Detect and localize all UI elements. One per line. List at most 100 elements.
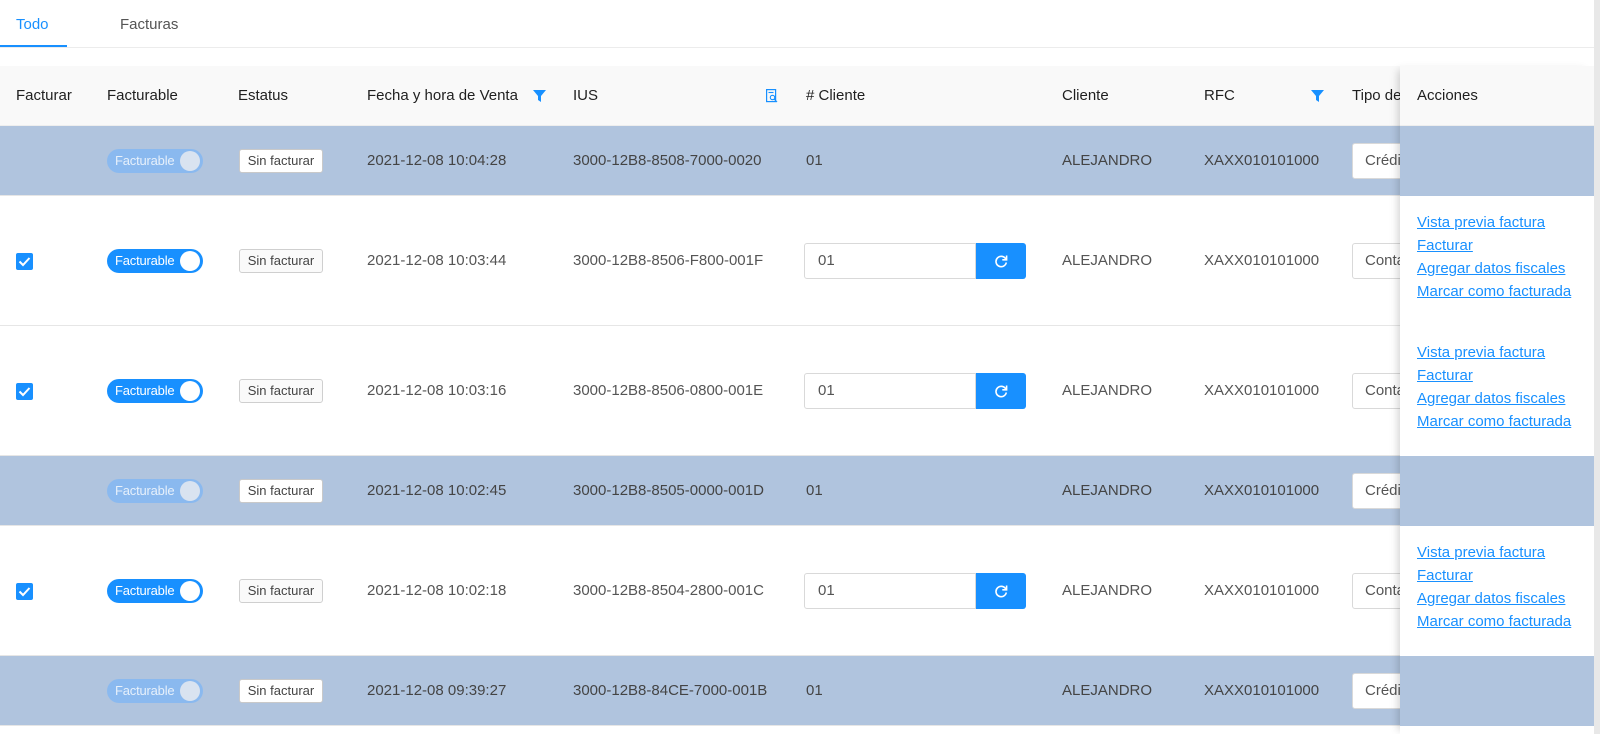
add-fiscal-data-link[interactable]: Agregar datos fiscales [1417, 387, 1571, 410]
preview-invoice-link[interactable]: Vista previa factura [1417, 341, 1571, 364]
col-header-acciones: Acciones [1417, 87, 1478, 104]
col-header-facturar: Facturar [16, 87, 72, 104]
refresh-icon [995, 585, 1008, 598]
status-badge: Sin facturar [239, 679, 323, 703]
switch-label: Facturable [115, 253, 175, 268]
rfc-value: XAXX010101000 [1204, 682, 1320, 699]
switch-label: Facturable [115, 583, 175, 598]
switch-knob [180, 251, 200, 271]
facturable-switch[interactable]: Facturable [107, 679, 203, 703]
tab-facturas[interactable]: Facturas [120, 16, 178, 33]
facturar-checkbox[interactable] [16, 253, 33, 270]
sale-datetime: 2021-12-08 10:03:16 [367, 382, 507, 399]
client-number-input[interactable]: 01 [804, 243, 976, 279]
client-number: 01 [806, 482, 823, 499]
invoice-link[interactable]: Facturar [1417, 364, 1571, 387]
tab-active-indicator [0, 45, 67, 47]
client-name: ALEJANDRO [1062, 582, 1153, 599]
facturable-switch[interactable]: Facturable [107, 479, 203, 503]
table-row: Facturable Sin facturar 2021-12-08 09:39… [0, 656, 1594, 726]
ius-value: 3000-12B8-8508-7000-0020 [573, 152, 762, 169]
col-header-tipo: Tipo de [1352, 87, 1402, 104]
refresh-client-button[interactable] [976, 373, 1026, 409]
col-header-num-cliente: # Cliente [806, 87, 866, 104]
table-row: Facturable Sin facturar 2021-12-08 10:02… [0, 456, 1594, 526]
col-header-cliente: Cliente [1062, 87, 1109, 104]
add-fiscal-data-link[interactable]: Agregar datos fiscales [1417, 257, 1571, 280]
rfc-value: XAXX010101000 [1204, 382, 1320, 399]
rfc-value: XAXX010101000 [1204, 152, 1320, 169]
vertical-scrollbar[interactable] [1594, 0, 1600, 734]
client-name: ALEJANDRO [1062, 682, 1153, 699]
actions-header: Acciones [1400, 66, 1594, 126]
table-row: Facturable Sin facturar 2021-12-08 10:03… [0, 196, 1594, 326]
table-header: Facturar Facturable Estatus Fecha y hora… [0, 66, 1594, 126]
ius-value: 3000-12B8-8506-0800-001E [573, 382, 764, 399]
client-number: 01 [806, 682, 823, 699]
ius-value: 3000-12B8-84CE-7000-001B [573, 682, 768, 699]
status-badge: Sin facturar [239, 479, 323, 503]
switch-label: Facturable [115, 483, 175, 498]
sale-datetime: 2021-12-08 10:04:28 [367, 152, 507, 169]
table-row: Facturable Sin facturar 2021-12-08 10:04… [0, 126, 1594, 196]
switch-knob [180, 381, 200, 401]
ius-value: 3000-12B8-8504-2800-001C [573, 582, 764, 599]
col-header-facturable: Facturable [107, 87, 178, 104]
rfc-filter-icon[interactable] [1311, 89, 1324, 103]
col-header-estatus: Estatus [238, 87, 289, 104]
mark-invoiced-link[interactable]: Marcar como facturada [1417, 280, 1571, 303]
ius-search-icon[interactable] [766, 89, 778, 103]
fecha-filter-icon[interactable] [533, 89, 546, 103]
switch-label: Facturable [115, 153, 175, 168]
switch-knob [180, 481, 200, 501]
ius-value: 3000-12B8-8505-0000-001D [573, 482, 764, 499]
rfc-value: XAXX010101000 [1204, 252, 1320, 269]
rfc-value: XAXX010101000 [1204, 582, 1320, 599]
client-number-input[interactable]: 01 [804, 573, 976, 609]
add-fiscal-data-link[interactable]: Agregar datos fiscales [1417, 587, 1571, 610]
facturable-switch[interactable]: Facturable [107, 149, 203, 173]
ius-value: 3000-12B8-8506-F800-001F [573, 252, 764, 269]
mark-invoiced-link[interactable]: Marcar como facturada [1417, 610, 1571, 633]
tab-todo[interactable]: Todo [16, 16, 49, 33]
check-icon [18, 587, 31, 597]
client-name: ALEJANDRO [1062, 482, 1153, 499]
status-badge: Sin facturar [239, 249, 323, 273]
switch-knob [180, 151, 200, 171]
client-number-input[interactable]: 01 [804, 373, 976, 409]
col-header-ius: IUS [573, 87, 599, 104]
tab-bar: Todo Facturas [0, 0, 1594, 48]
client-number: 01 [806, 152, 823, 169]
switch-label: Facturable [115, 383, 175, 398]
check-icon [18, 257, 31, 267]
actions-cell-disabled [1400, 456, 1594, 526]
preview-invoice-link[interactable]: Vista previa factura [1417, 541, 1571, 564]
row-actions: Vista previa factura Facturar Agregar da… [1417, 541, 1571, 633]
sale-datetime: 2021-12-08 10:02:45 [367, 482, 507, 499]
invoice-link[interactable]: Facturar [1417, 234, 1571, 257]
client-name: ALEJANDRO [1062, 152, 1153, 169]
refresh-icon [995, 255, 1008, 268]
mark-invoiced-link[interactable]: Marcar como facturada [1417, 410, 1571, 433]
refresh-client-button[interactable] [976, 243, 1026, 279]
status-badge: Sin facturar [239, 579, 323, 603]
switch-knob [180, 581, 200, 601]
refresh-icon [995, 385, 1008, 398]
row-actions: Vista previa factura Facturar Agregar da… [1417, 341, 1571, 433]
sale-datetime: 2021-12-08 10:02:18 [367, 582, 507, 599]
facturable-switch[interactable]: Facturable [107, 249, 203, 273]
facturar-checkbox[interactable] [16, 583, 33, 600]
status-badge: Sin facturar [239, 149, 323, 173]
switch-label: Facturable [115, 683, 175, 698]
refresh-client-button[interactable] [976, 573, 1026, 609]
sale-datetime: 2021-12-08 09:39:27 [367, 682, 507, 699]
table-row: Facturable Sin facturar 2021-12-08 10:03… [0, 326, 1594, 456]
preview-invoice-link[interactable]: Vista previa factura [1417, 211, 1571, 234]
facturable-switch[interactable]: Facturable [107, 379, 203, 403]
facturable-switch[interactable]: Facturable [107, 579, 203, 603]
invoice-link[interactable]: Facturar [1417, 564, 1571, 587]
rfc-value: XAXX010101000 [1204, 482, 1320, 499]
table-row: Facturable Sin facturar 2021-12-08 10:02… [0, 526, 1594, 656]
status-badge: Sin facturar [239, 379, 323, 403]
facturar-checkbox[interactable] [16, 383, 33, 400]
